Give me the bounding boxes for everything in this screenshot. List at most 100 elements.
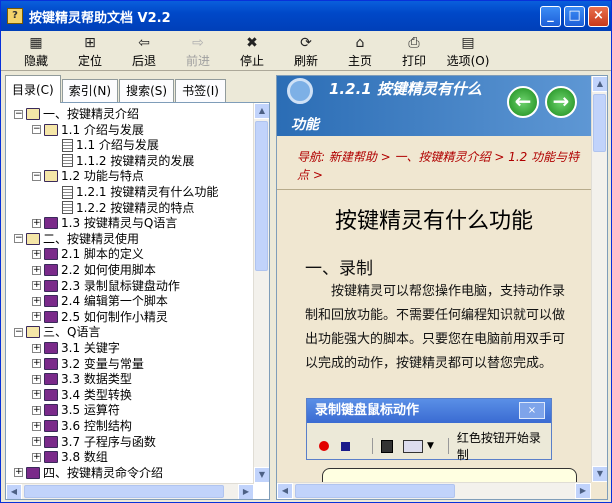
- expand-icon[interactable]: +: [32, 390, 41, 400]
- tree-node[interactable]: +3.3 数据类型: [32, 371, 132, 387]
- forward-button[interactable]: ⇨ 前进: [171, 31, 225, 71]
- tree-vertical-scrollbar[interactable]: ▲ ▼: [253, 103, 269, 483]
- maximize-button[interactable]: □: [564, 6, 585, 27]
- scroll-right-icon[interactable]: ▶: [238, 484, 254, 499]
- refresh-icon: ⟳: [300, 35, 312, 51]
- collapse-icon[interactable]: −: [32, 125, 41, 135]
- expand-icon[interactable]: +: [32, 343, 41, 353]
- content-scroll-thumb[interactable]: [593, 94, 606, 152]
- refresh-button[interactable]: ⟳ 刷新: [279, 31, 333, 71]
- topic-back-button[interactable]: ←: [507, 86, 539, 118]
- options-label: 选项(O): [446, 54, 490, 68]
- scroll-right-icon[interactable]: ▶: [575, 483, 591, 499]
- tree-node[interactable]: 1.1.2 按键精灵的发展: [50, 153, 194, 169]
- tree-node[interactable]: − 1.2 功能与特点: [32, 168, 144, 184]
- tree-node-label: 1.3 按键精灵与Q语言: [61, 216, 178, 231]
- back-button[interactable]: ⇦ 后退: [117, 31, 171, 71]
- tree-node[interactable]: +1.3 按键精灵与Q语言: [32, 215, 177, 231]
- content-horizontal-scrollbar[interactable]: ◀ ▶: [277, 482, 591, 499]
- breadcrumb[interactable]: 导航: 新建帮助 > 一、按键精灵介绍 > 1.2 功能与特点 >: [297, 148, 587, 184]
- tree-node[interactable]: +2.5 如何制作小精灵: [32, 309, 168, 325]
- closed-book-icon: [44, 264, 58, 276]
- expand-icon[interactable]: +: [32, 374, 41, 384]
- closed-book-icon: [44, 404, 58, 417]
- page-icon: [62, 138, 73, 152]
- topic-forward-button[interactable]: →: [545, 86, 577, 118]
- tab-search[interactable]: 搜索(S): [119, 79, 175, 103]
- tree-node-label: 3.8 数组: [61, 450, 108, 465]
- scroll-up-icon[interactable]: ▲: [592, 76, 607, 92]
- stop-square-icon: [340, 441, 350, 451]
- expand-icon[interactable]: +: [32, 312, 41, 322]
- closed-book-icon: [44, 342, 58, 354]
- tree-node[interactable]: +2.1 脚本的定义: [32, 246, 144, 262]
- tab-bookmarks[interactable]: 书签(I): [175, 79, 226, 103]
- options-icon: ▤: [461, 35, 475, 51]
- tree-node[interactable]: 1.2.1 按键精灵有什么功能: [50, 184, 218, 200]
- tree-node[interactable]: +3.6 控制结构: [32, 418, 132, 434]
- expand-icon[interactable]: +: [32, 218, 41, 228]
- tree-node[interactable]: 1.2.2 按键精灵的特点: [50, 200, 194, 216]
- collapse-icon[interactable]: −: [14, 109, 23, 119]
- tree-node[interactable]: − 二、按键精灵使用: [14, 231, 139, 247]
- hide-label: 隐藏: [23, 54, 48, 68]
- collapse-icon[interactable]: −: [14, 234, 23, 244]
- collapse-icon[interactable]: −: [32, 171, 41, 181]
- tree-node[interactable]: +3.2 变量与常量: [32, 356, 144, 372]
- scroll-left-icon[interactable]: ◀: [277, 483, 293, 499]
- expand-icon[interactable]: +: [32, 296, 41, 306]
- tree-node[interactable]: +3.1 关键字: [32, 340, 120, 356]
- tree-node[interactable]: − 三、Q语言: [14, 324, 100, 340]
- scroll-left-icon[interactable]: ◀: [6, 484, 22, 499]
- expand-icon[interactable]: +: [32, 437, 41, 447]
- scroll-down-icon[interactable]: ▼: [592, 466, 607, 482]
- tree-node[interactable]: − 一、按键精灵介绍: [14, 106, 139, 122]
- closed-book-icon: [26, 466, 40, 479]
- content-hscroll-thumb[interactable]: [295, 484, 455, 498]
- content-vertical-scrollbar[interactable]: ▲ ▼: [591, 76, 607, 482]
- forward-arrow-icon: ⇨: [192, 35, 204, 51]
- stop-button[interactable]: ✖ 停止: [225, 31, 279, 71]
- tree-node[interactable]: − 1.1 介绍与发展: [32, 122, 144, 138]
- expand-icon[interactable]: +: [32, 281, 41, 291]
- section-heading: 一、录制: [305, 259, 373, 279]
- tree-node[interactable]: + 四、按键精灵命令介绍: [14, 465, 163, 481]
- tree-hscroll-thumb[interactable]: [24, 485, 224, 498]
- tree-node[interactable]: +3.8 数组: [32, 449, 108, 465]
- tree-node[interactable]: +2.3 录制鼠标键盘动作: [32, 278, 180, 294]
- tree-node[interactable]: +3.7 子程序与函数: [32, 434, 156, 450]
- refresh-label: 刷新: [293, 54, 318, 68]
- expand-icon[interactable]: +: [32, 265, 41, 275]
- tree-node[interactable]: +2.2 如何使用脚本: [32, 262, 156, 278]
- figure-title: 录制键盘鼠标动作: [307, 399, 551, 423]
- tree-node[interactable]: +3.5 运算符: [32, 402, 120, 418]
- tree-node[interactable]: +3.4 类型转换: [32, 387, 132, 403]
- hide-button[interactable]: ▦ 隐藏: [9, 31, 63, 71]
- expand-icon[interactable]: +: [32, 249, 41, 259]
- article-title: 按键精灵有什么功能: [334, 209, 533, 234]
- expand-icon[interactable]: +: [32, 452, 41, 462]
- tab-index[interactable]: 索引(N): [61, 79, 119, 103]
- tree-node-label: 2.4 编辑第一个脚本: [61, 294, 168, 309]
- collapse-icon[interactable]: −: [14, 327, 23, 337]
- close-button[interactable]: ×: [588, 6, 609, 27]
- topic-title-line1: 1.2.1 按键精灵有什么: [329, 80, 482, 98]
- title-bar[interactable]: ? 按键精灵帮助文档 V2.2 _ □ ×: [1, 1, 611, 31]
- article-paragraph: 按键精灵可以帮您操作电脑，支持动作录制和回放功能。不需要任何编程知识就可以做出功…: [305, 284, 566, 371]
- tab-contents[interactable]: 目录(C): [5, 75, 61, 103]
- tree-node[interactable]: 1.1 介绍与发展: [50, 137, 159, 153]
- options-button[interactable]: ▤ 选项(O): [441, 31, 495, 71]
- expand-icon[interactable]: +: [14, 468, 23, 478]
- home-button[interactable]: ⌂ 主页: [333, 31, 387, 71]
- minimize-button[interactable]: _: [540, 6, 561, 27]
- tree-scroll-thumb[interactable]: [255, 121, 268, 271]
- scroll-down-icon[interactable]: ▼: [254, 467, 269, 483]
- tree-node[interactable]: +2.4 编辑第一个脚本: [32, 293, 168, 309]
- expand-icon[interactable]: +: [32, 421, 41, 431]
- expand-icon[interactable]: +: [32, 405, 41, 415]
- print-button[interactable]: ⎙ 打印: [387, 31, 441, 71]
- expand-icon[interactable]: +: [32, 359, 41, 369]
- tree-horizontal-scrollbar[interactable]: ◀ ▶: [6, 483, 254, 499]
- scroll-up-icon[interactable]: ▲: [254, 103, 269, 119]
- locate-button[interactable]: ⊞ 定位: [63, 31, 117, 71]
